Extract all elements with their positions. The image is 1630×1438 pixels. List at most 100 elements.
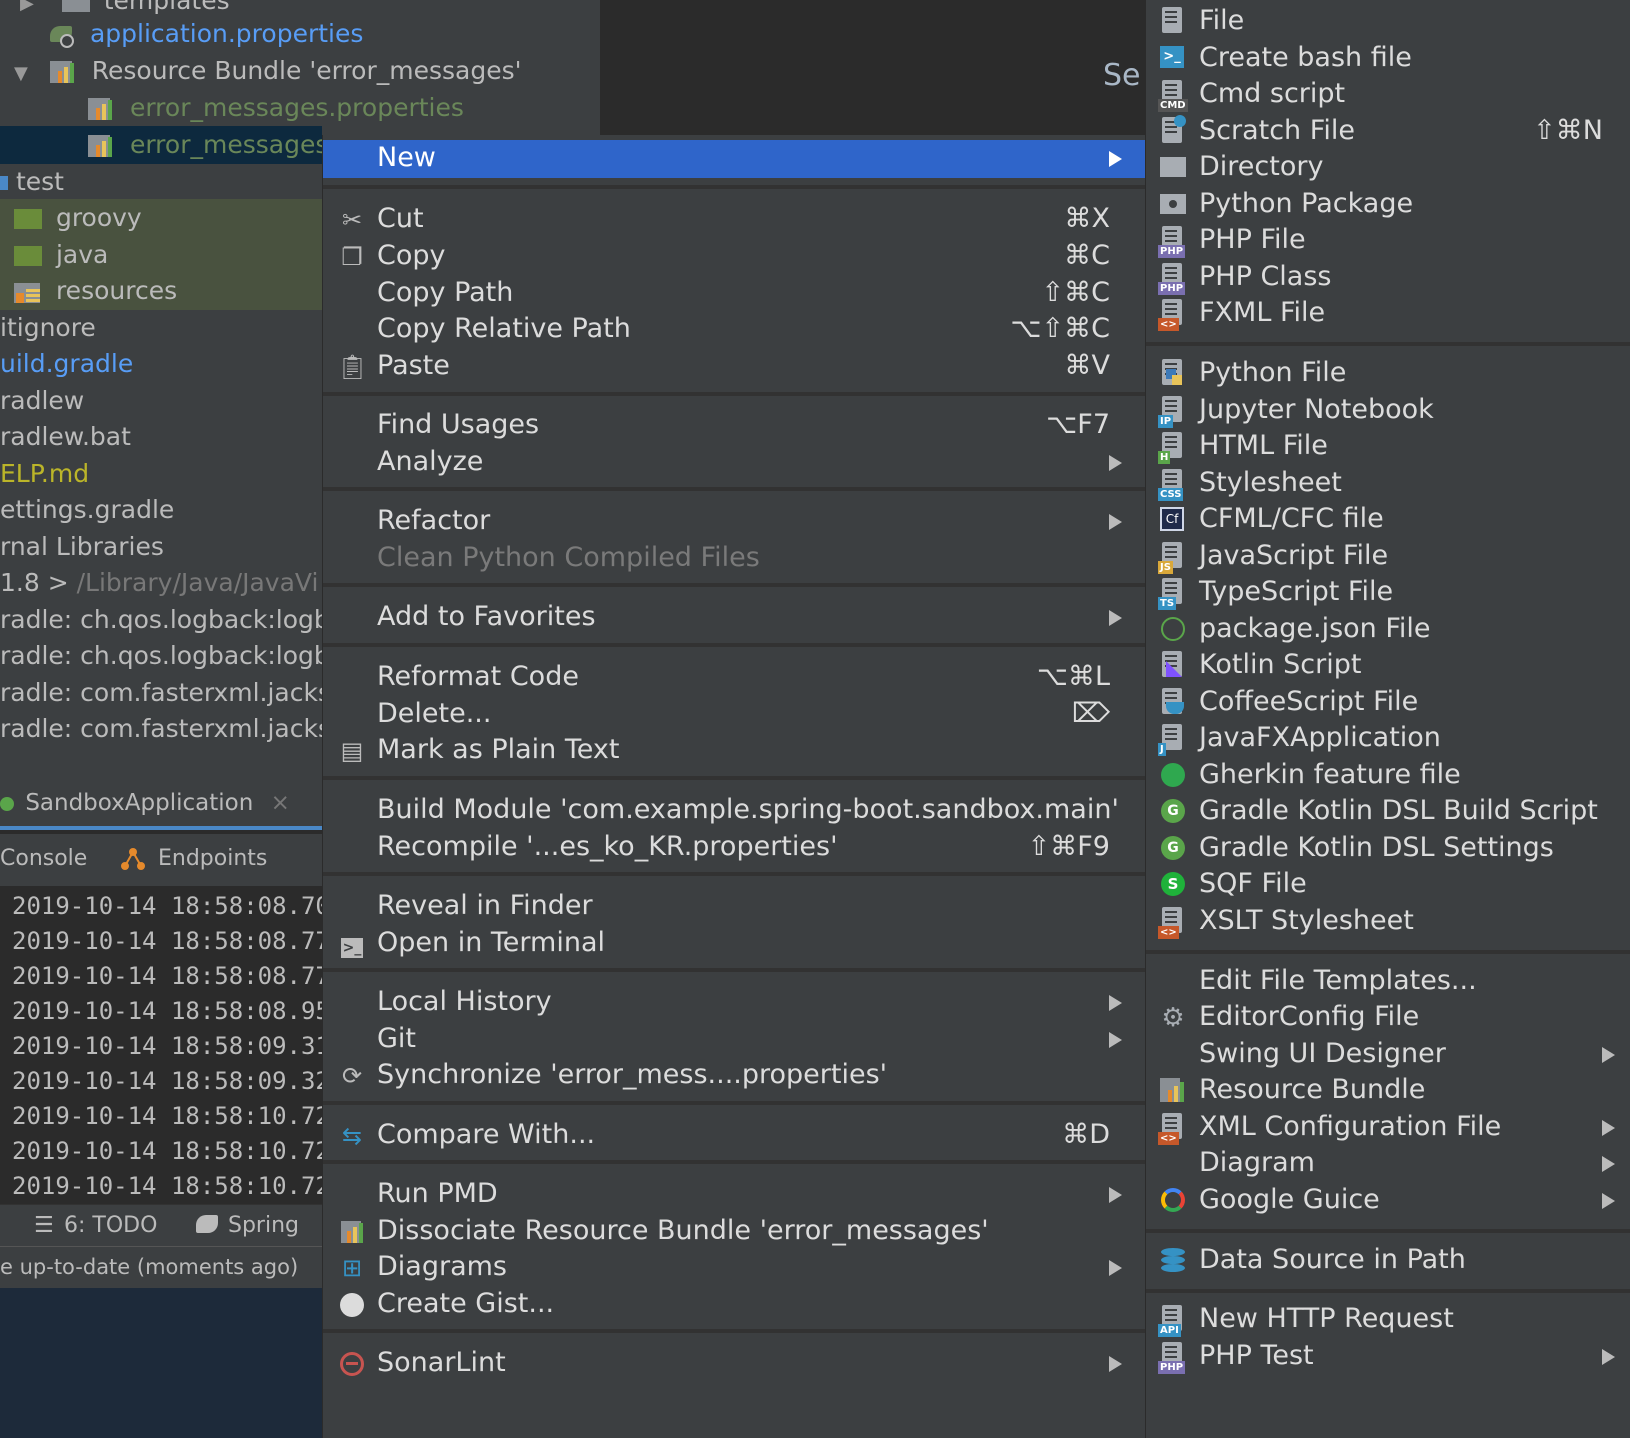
tab-endpoints[interactable]: Endpoints (158, 846, 267, 871)
menu-item-create-gist[interactable]: Create Gist... (323, 1286, 1146, 1324)
new-javafx-application[interactable]: J JavaFXApplication (1146, 720, 1630, 758)
tree-item-gitignore[interactable]: itignore (0, 309, 96, 347)
menu-item-paste[interactable]: 📋︎ Paste ⌘V (323, 348, 1146, 386)
menu-item-sonarlint[interactable]: SonarLint (323, 1345, 1146, 1383)
menu-item-reformat[interactable]: Reformat Code ⌥⌘L (323, 659, 1146, 697)
github-icon (337, 1290, 367, 1320)
edit-file-templates[interactable]: Edit File Templates... (1146, 963, 1630, 1001)
expand-arrow-icon[interactable]: ▶ (20, 0, 34, 14)
tree-item-resource-bundle[interactable]: ▼ Resource Bundle 'error_messages' (14, 52, 521, 90)
new-file[interactable]: File (1146, 3, 1630, 41)
tree-item-help-md[interactable]: ELP.md (0, 455, 89, 493)
new-xslt-stylesheet[interactable]: <> XSLT Stylesheet (1146, 903, 1630, 941)
close-icon[interactable]: × (271, 790, 290, 816)
todo-tool-button[interactable]: 6: TODO (64, 1213, 157, 1238)
tree-item-library[interactable]: radle: com.fasterxml.jacks (0, 710, 331, 748)
menu-item-diagrams[interactable]: ⊞ Diagrams (323, 1249, 1146, 1287)
tree-item-error-messages-selected[interactable]: error_messages_ (0, 126, 341, 164)
new-gradle-kotlin-settings[interactable]: G Gradle Kotlin DSL Settings (1146, 830, 1630, 868)
new-resource-bundle[interactable]: Resource Bundle (1146, 1072, 1630, 1110)
tree-item-jdk[interactable]: 1.8 > /Library/Java/JavaVi (0, 564, 318, 602)
tree-item-gradlew-bat[interactable]: radlew.bat (0, 418, 131, 456)
new-diagram[interactable]: Diagram (1146, 1145, 1630, 1183)
tree-item-resources[interactable]: resources (0, 272, 322, 310)
tree-item-error-messages-properties[interactable]: error_messages.properties (88, 89, 464, 127)
new-python-file[interactable]: Python File (1146, 355, 1630, 393)
new-python-package[interactable]: Python Package (1146, 186, 1630, 224)
collapse-arrow-icon[interactable]: ▼ (14, 63, 28, 84)
new-php-test[interactable]: PHP PHP Test (1146, 1338, 1630, 1376)
new-google-guice[interactable]: Google Guice (1146, 1182, 1630, 1220)
menu-item-synchronize[interactable]: ⟳ Synchronize 'error_mess....properties' (323, 1057, 1146, 1095)
run-tab-sandbox[interactable]: SandboxApplication × (0, 780, 290, 826)
menu-item-copy-relative-path[interactable]: Copy Relative Path ⌥⇧⌘C (323, 311, 1146, 349)
tree-item-groovy[interactable]: groovy (0, 199, 322, 237)
new-kotlin-script[interactable]: Kotlin Script (1146, 647, 1630, 685)
menu-item-reveal-finder[interactable]: Reveal in Finder (323, 888, 1146, 926)
new-directory[interactable]: Directory (1146, 149, 1630, 187)
menu-item-local-history[interactable]: Local History (323, 984, 1146, 1022)
new-javascript-file[interactable]: JS JavaScript File (1146, 538, 1630, 576)
tree-item-test[interactable]: test (0, 163, 64, 201)
tree-item-gradlew[interactable]: radlew (0, 382, 84, 420)
new-sqf-file[interactable]: S SQF File (1146, 866, 1630, 904)
submenu-label: Gherkin feature file (1199, 759, 1461, 790)
shortcut-label: ⌘V (1064, 350, 1110, 381)
menu-item-refactor[interactable]: Refactor (323, 503, 1146, 541)
new-html-file[interactable]: H HTML File (1146, 428, 1630, 466)
console-output[interactable]: 2019-10-14 18:58:08.70 2019-10-14 18:58:… (0, 886, 322, 1204)
new-editorconfig[interactable]: ⚙ EditorConfig File (1146, 999, 1630, 1037)
tab-console[interactable]: Console (0, 846, 87, 871)
new-coffeescript-file[interactable]: CoffeeScript File (1146, 684, 1630, 722)
menu-item-analyze[interactable]: Analyze (323, 444, 1146, 482)
tree-item-library[interactable]: radle: com.fasterxml.jacks (0, 674, 331, 712)
submenu-label: package.json File (1199, 613, 1431, 644)
tree-item-external-libraries[interactable]: rnal Libraries (0, 528, 164, 566)
spring-tool-button[interactable]: Spring (228, 1213, 299, 1238)
new-scratch-file[interactable]: Scratch File ⇧⌘N (1146, 113, 1630, 151)
submenu-label: JavaScript File (1199, 540, 1389, 571)
tree-item-label: ELP.md (0, 459, 90, 488)
new-stylesheet[interactable]: CSS Stylesheet (1146, 465, 1630, 503)
new-xml-configuration[interactable]: <> XML Configuration File (1146, 1109, 1630, 1147)
new-cfml-file[interactable]: Cf CFML/CFC file (1146, 501, 1630, 539)
menu-item-build-module[interactable]: Build Module 'com.example.spring-boot.sa… (323, 792, 1146, 830)
new-bash-file[interactable]: >_ Create bash file (1146, 40, 1630, 78)
menu-item-mark-plain-text[interactable]: ▤ Mark as Plain Text (323, 732, 1146, 770)
new-jupyter-notebook[interactable]: IP Jupyter Notebook (1146, 392, 1630, 430)
new-fxml-file[interactable]: <> FXML File (1146, 295, 1630, 333)
tree-item-build-gradle[interactable]: uild.gradle (0, 345, 133, 383)
submenu-label: CoffeeScript File (1199, 686, 1419, 717)
new-data-source-in-path[interactable]: Data Source in Path (1146, 1242, 1630, 1280)
new-php-file[interactable]: PHP PHP File (1146, 222, 1630, 260)
menu-item-git[interactable]: Git (323, 1021, 1146, 1059)
menu-item-run-pmd[interactable]: Run PMD (323, 1176, 1146, 1214)
menu-item-open-terminal[interactable]: >_ Open in Terminal (323, 925, 1146, 963)
new-cmd-script[interactable]: CMD Cmd script (1146, 76, 1630, 114)
menu-item-new[interactable]: New (323, 140, 1146, 178)
tree-item-application-properties[interactable]: application.properties (48, 15, 363, 53)
new-submenu: File >_ Create bash file CMD Cmd script … (1145, 0, 1630, 1438)
new-package-json[interactable]: package.json File (1146, 611, 1630, 649)
tree-item-library[interactable]: radle: ch.qos.logback:logb (0, 601, 330, 639)
tree-item-java[interactable]: java (0, 236, 322, 274)
new-gherkin-feature[interactable]: Gherkin feature file (1146, 757, 1630, 795)
tree-item-library[interactable]: radle: ch.qos.logback:logb (0, 637, 330, 675)
new-typescript-file[interactable]: TS TypeScript File (1146, 574, 1630, 612)
menu-item-copy[interactable]: ❐ Copy ⌘C (323, 238, 1146, 276)
new-php-class[interactable]: PHP PHP Class (1146, 259, 1630, 297)
new-http-request[interactable]: API New HTTP Request (1146, 1301, 1630, 1339)
menu-item-compare-with[interactable]: ⇆ Compare With... ⌘D (323, 1117, 1146, 1155)
menu-item-dissociate[interactable]: Dissociate Resource Bundle 'error_messag… (323, 1213, 1146, 1251)
new-swing-ui-designer[interactable]: Swing UI Designer (1146, 1036, 1630, 1074)
menu-item-delete[interactable]: Delete... ⌦ (323, 696, 1146, 734)
menu-item-find-usages[interactable]: Find Usages ⌥F7 (323, 407, 1146, 445)
menu-item-add-favorites[interactable]: Add to Favorites (323, 599, 1146, 637)
submenu-arrow-icon (1109, 514, 1122, 530)
new-gradle-kotlin-build[interactable]: G Gradle Kotlin DSL Build Script (1146, 793, 1630, 831)
menu-item-recompile[interactable]: Recompile '...es_ko_KR.properties' ⇧⌘F9 (323, 829, 1146, 867)
menu-item-copy-path[interactable]: Copy Path ⇧⌘C (323, 275, 1146, 313)
shortcut-label: ⇧⌘F9 (1027, 831, 1110, 862)
menu-item-cut[interactable]: ✂ Cut ⌘X (323, 201, 1146, 239)
tree-item-settings-gradle[interactable]: ettings.gradle (0, 491, 174, 529)
